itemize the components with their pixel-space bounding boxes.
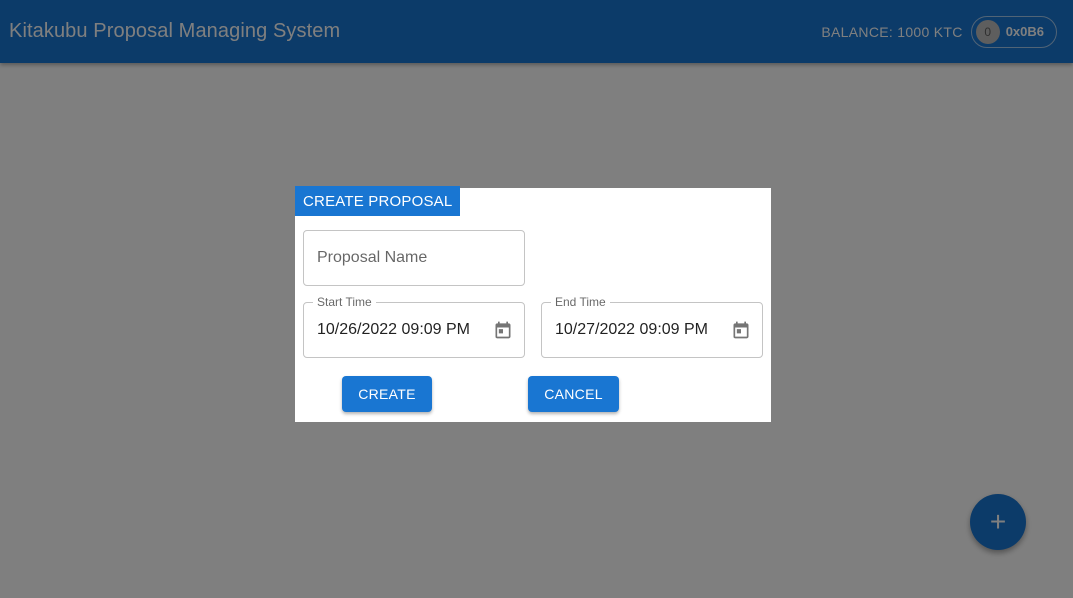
- end-time-value[interactable]: 10/27/2022 09:09 PM: [555, 321, 708, 339]
- proposal-name-field[interactable]: [303, 230, 525, 286]
- proposal-name-input[interactable]: [304, 249, 524, 267]
- end-time-label: End Time: [551, 295, 610, 309]
- cancel-button[interactable]: CANCEL: [528, 376, 619, 412]
- start-time-label: Start Time: [313, 295, 376, 309]
- end-time-field[interactable]: End Time 10/27/2022 09:09 PM: [541, 295, 763, 358]
- start-time-value[interactable]: 10/26/2022 09:09 PM: [317, 321, 470, 339]
- calendar-icon[interactable]: [731, 320, 751, 340]
- create-proposal-dialog: CREATE PROPOSAL Start Time 10/26/2022 09…: [295, 186, 771, 422]
- start-time-field[interactable]: Start Time 10/26/2022 09:09 PM: [303, 295, 525, 358]
- calendar-icon[interactable]: [493, 320, 513, 340]
- create-button[interactable]: CREATE: [342, 376, 432, 412]
- dialog-title: CREATE PROPOSAL: [295, 186, 461, 216]
